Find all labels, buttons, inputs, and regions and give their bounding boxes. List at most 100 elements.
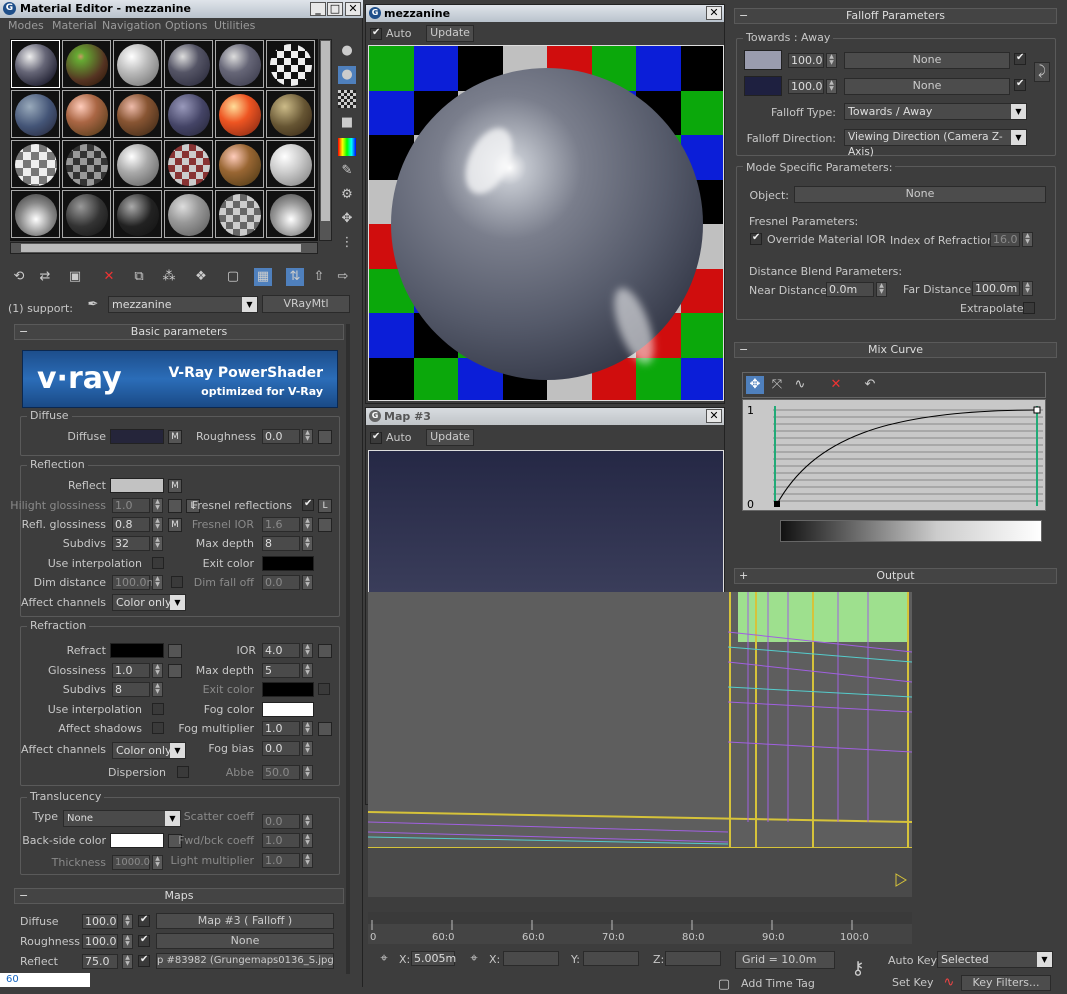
scatter-field[interactable]: 0.0 [262,814,300,829]
close-button[interactable]: ✕ [345,2,361,16]
light-mult-spinner[interactable]: ▲ ▼ [302,853,313,868]
maps-rollout[interactable]: − Maps [14,888,344,904]
refl-gloss-field[interactable]: 0.8 [112,517,150,532]
r-max-depth-spinner[interactable]: ▲ ▼ [302,663,313,678]
menu-material[interactable]: Material [52,19,97,32]
r-max-depth-field[interactable]: 5 [262,663,300,678]
ior-map-button[interactable] [318,644,332,658]
update-button[interactable]: Update [426,429,474,446]
fog-mult-field[interactable]: 1.0 [262,721,300,736]
update-button[interactable]: Update [426,25,474,42]
map-roughness-spinner[interactable]: ▲ ▼ [122,934,133,949]
dim-distance-checkbox[interactable] [171,576,183,588]
assign-material-icon[interactable]: ▣ [66,268,84,286]
fog-bias-field[interactable]: 0.0 [262,741,300,756]
diffuse-swatch[interactable] [110,429,164,444]
select-by-material-icon[interactable]: ✥ [338,210,356,228]
fresnel-ior-map-button[interactable] [318,518,332,532]
fresnel-lock-button[interactable]: L [318,499,332,513]
sample-slot[interactable] [266,90,315,138]
falloff-map1-checkbox[interactable] [1014,52,1026,65]
scale-point-icon[interactable]: ⤧ [768,376,786,394]
sample-slot[interactable] [164,140,213,188]
falloff-direction-dropdown[interactable]: Viewing Direction (Camera Z-Axis) [844,129,1027,158]
key-filters-button[interactable]: Key Filters... [961,975,1051,991]
swap-colors-button[interactable]: ⤸ [1034,62,1050,82]
dim-distance-spinner[interactable]: ▲ ▼ [152,575,163,590]
map-reflect-checkbox[interactable] [138,954,150,967]
falloff-color1[interactable] [744,50,782,70]
x-coord-field[interactable]: 5.005m [411,951,456,966]
viewport[interactable] [368,592,912,897]
fog-color-swatch[interactable] [262,702,314,717]
fog-mult-map-button[interactable] [318,722,332,736]
map-diffuse-spinner[interactable]: ▲ ▼ [122,914,133,929]
ior-field[interactable]: 16.0 [990,232,1020,247]
sample-slot[interactable] [266,190,315,238]
use-interp-checkbox[interactable] [152,557,164,569]
fresnel-ior-field[interactable]: 1.6 [262,517,300,532]
sample-type-icon[interactable]: ● [338,42,356,60]
far-distance-spinner[interactable]: ▲ ▼ [1022,281,1033,296]
sample-slot[interactable] [62,140,111,188]
go-forward-sibling-icon[interactable]: ⇨ [334,268,352,286]
glossiness-spinner[interactable]: ▲ ▼ [152,663,163,678]
exit-color-swatch[interactable] [262,556,314,571]
map-diffuse-amount[interactable]: 100.0 [82,914,118,929]
affect-shadows-checkbox[interactable] [152,722,164,734]
sample-slot[interactable] [11,90,60,138]
add-point-icon[interactable]: ∿ [791,376,809,394]
hilight-field[interactable]: 1.0 [112,498,150,513]
sample-slot[interactable] [164,190,213,238]
max-depth-spinner[interactable]: ▲ ▼ [302,536,313,551]
auto-key-label[interactable]: Auto Key [888,954,937,967]
sample-slot[interactable] [164,90,213,138]
put-to-library-icon[interactable]: ❖ [192,268,210,286]
abbe-spinner[interactable]: ▲ ▼ [302,765,313,780]
sample-slot[interactable] [11,40,60,88]
go-to-parent-icon[interactable]: ⇧ [310,268,328,286]
falloff-val1[interactable]: 100.0 [788,53,824,68]
far-distance-field[interactable]: 100.0m [972,281,1020,296]
sample-slot[interactable] [215,90,264,138]
key-mode-icon[interactable]: ∿ [940,974,958,992]
show-end-result-icon[interactable]: ⇅ [286,268,304,286]
falloff-val1-spinner[interactable]: ▲ ▼ [826,53,837,68]
sample-slot[interactable] [113,140,162,188]
fog-bias-spinner[interactable]: ▲ ▼ [302,741,313,756]
hilight-spinner[interactable]: ▲ ▼ [152,498,163,513]
rollout-scrollbar[interactable] [346,324,350,974]
r-subdivs-spinner[interactable]: ▲ ▼ [152,682,163,697]
sample-slot[interactable] [11,190,60,238]
falloff-color2[interactable] [744,76,782,96]
falloff-rollout[interactable]: − Falloff Parameters [734,8,1057,24]
dispersion-checkbox[interactable] [177,766,189,778]
r-use-interp-checkbox[interactable] [152,703,164,715]
falloff-map1-button[interactable]: None [844,52,1010,69]
material-navigator-icon[interactable]: ⋮ [338,234,356,252]
material-name-field[interactable]: mezzanine [108,296,258,313]
map-diffuse-checkbox[interactable] [138,914,150,927]
basic-params-rollout[interactable]: − Basic parameters [14,324,344,340]
map-diffuse-slot[interactable]: Map #3 ( Falloff ) [156,913,334,929]
sample-slot[interactable] [266,140,315,188]
make-unique-icon[interactable]: ⁂ [160,268,178,286]
scatter-spinner[interactable]: ▲ ▼ [302,814,313,829]
auto-checkbox[interactable] [370,431,382,444]
refl-gloss-map-button[interactable]: M [168,518,182,532]
falloff-val2[interactable]: 100.0 [788,79,824,94]
menu-utilities[interactable]: Utilities [214,19,255,32]
make-preview-icon[interactable]: ✎ [338,162,356,180]
light-mult-field[interactable]: 1.0 [262,853,300,868]
fresnel-ior-spinner[interactable]: ▲ ▼ [302,517,313,532]
dim-distance-field[interactable]: 100.0m [112,575,157,590]
video-color-icon[interactable] [338,138,356,156]
menu-modes[interactable]: Modes [8,19,44,32]
uv-tiling-icon[interactable]: ■ [338,114,356,132]
sample-slot[interactable] [62,190,111,238]
map-roughness-checkbox[interactable] [138,934,150,947]
extrapolate-checkbox[interactable] [1023,302,1035,314]
max-depth-field[interactable]: 8 [262,536,300,551]
sample-slot[interactable] [215,40,264,88]
fwd-field[interactable]: 1.0 [262,833,300,848]
